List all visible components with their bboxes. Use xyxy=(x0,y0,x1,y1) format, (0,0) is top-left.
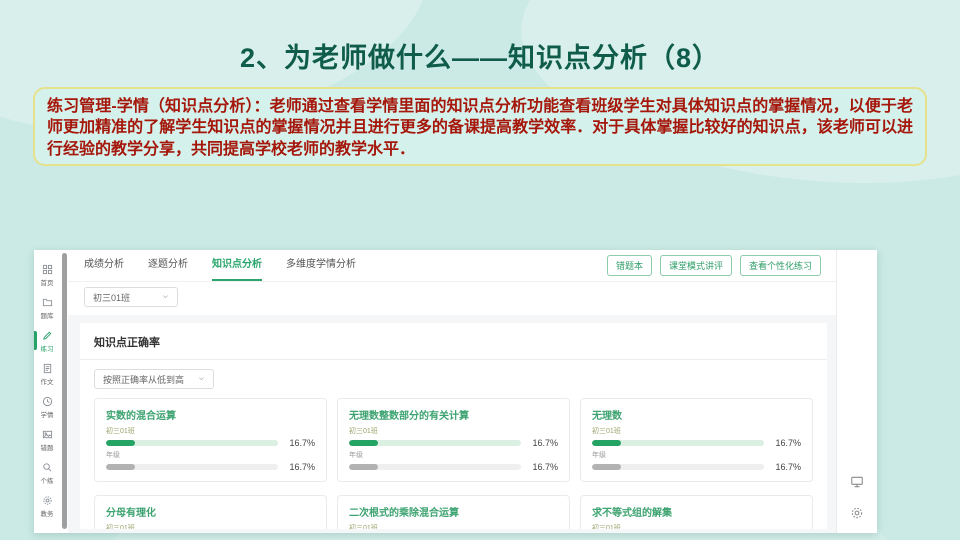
class-bar-label: 初三01班 xyxy=(592,426,801,436)
slide-title: 2、为老师做什么——知识点分析（8） xyxy=(0,36,960,75)
knowledge-card: 二次根式的乘除混合运算 初三01班 33.3% 年级 33.3% xyxy=(337,495,570,529)
grade-bar-label: 年级 xyxy=(592,450,801,460)
grid-icon xyxy=(42,262,53,280)
class-progress-track xyxy=(349,440,521,446)
tab-per-question-analysis[interactable]: 逐题分析 xyxy=(148,250,188,281)
main-content: 成绩分析 逐题分析 知识点分析 多维度学情分析 错题本 课堂模式讲评 查看个性化… xyxy=(68,250,837,533)
panel-title: 知识点正确率 xyxy=(80,323,827,359)
grade-percent: 16.7% xyxy=(285,462,315,472)
grade-percent: 16.7% xyxy=(771,462,801,472)
sort-select[interactable]: 按照正确率从低到高 xyxy=(94,369,214,389)
sidebar-item-label: 教务 xyxy=(41,511,54,518)
view-personalized-practice-button[interactable]: 查看个性化练习 xyxy=(740,255,821,276)
tab-multi-dimension-analysis[interactable]: 多维度学情分析 xyxy=(286,250,356,281)
knowledge-card: 无理数整数部分的有关计算 初三01班 16.7% 年级 16.7% xyxy=(337,398,570,482)
tab-score-analysis[interactable]: 成绩分析 xyxy=(84,250,124,281)
tab-knowledge-point-analysis[interactable]: 知识点分析 xyxy=(212,250,262,281)
class-progress-track xyxy=(592,440,764,446)
knowledge-point-title: 无理数 xyxy=(592,407,801,422)
class-bar-label: 初三01班 xyxy=(106,523,315,529)
sidebar-item-label: 错题 xyxy=(41,445,54,452)
tabs: 成绩分析 逐题分析 知识点分析 多维度学情分析 xyxy=(84,250,356,281)
scrollbar-thumb[interactable] xyxy=(62,253,67,529)
sidebar-item-label: 个练 xyxy=(41,478,54,485)
knowledge-point-title: 求不等式组的解集 xyxy=(592,504,801,519)
sidebar-item-label: 学情 xyxy=(41,412,54,419)
class-progress-fill xyxy=(106,440,135,446)
class-percent: 16.7% xyxy=(771,438,801,448)
sidebar-item-question-bank[interactable]: 题库 xyxy=(34,291,60,324)
class-select-value: 初三01班 xyxy=(93,291,130,304)
knowledge-point-title: 二次根式的乘除混合运算 xyxy=(349,504,558,519)
filter-row: 初三01班 xyxy=(68,282,837,315)
pencil-icon xyxy=(42,328,53,346)
knowledge-card: 实数的混合运算 初三01班 16.7% 年级 16.7% xyxy=(94,398,327,482)
class-percent: 16.7% xyxy=(285,438,315,448)
document-icon xyxy=(42,361,53,379)
knowledge-accuracy-panel: 知识点正确率 按照正确率从低到高 实数的混合运算 初三01班 16.7% 年级 … xyxy=(80,323,827,529)
sort-select-value: 按照正确率从低到高 xyxy=(103,373,184,386)
knowledge-point-title: 实数的混合运算 xyxy=(106,407,315,422)
class-progress-fill xyxy=(349,440,378,446)
class-bar-label: 初三01班 xyxy=(349,426,558,436)
description-box: 练习管理-学情（知识点分析）：老师通过查看学情里面的知识点分析功能查看班级学生对… xyxy=(33,87,927,166)
knowledge-cards-grid: 实数的混合运算 初三01班 16.7% 年级 16.7% 无理数整数部分的有关计… xyxy=(94,398,813,529)
knowledge-point-title: 分母有理化 xyxy=(106,504,315,519)
analysis-tabbar: 成绩分析 逐题分析 知识点分析 多维度学情分析 错题本 课堂模式讲评 查看个性化… xyxy=(68,250,837,282)
sidebar-item-label: 首页 xyxy=(41,280,54,287)
knowledge-card: 求不等式组的解集 初三01班 50% 年级 50% xyxy=(580,495,813,529)
grade-progress-track xyxy=(592,464,764,470)
settings-gear-icon[interactable] xyxy=(850,506,864,525)
sidebar-item-personal-practice[interactable]: 个练 xyxy=(34,456,60,489)
sidebar-item-label: 作文 xyxy=(41,379,54,386)
class-bar-label: 初三01班 xyxy=(592,523,801,529)
chevron-down-icon xyxy=(198,374,205,384)
class-bar-label: 初三01班 xyxy=(106,426,315,436)
grade-progress-track xyxy=(349,464,521,470)
search-icon xyxy=(42,460,53,478)
knowledge-card: 无理数 初三01班 16.7% 年级 16.7% xyxy=(580,398,813,482)
divider xyxy=(80,359,827,360)
sidebar-item-academic-affairs[interactable]: 教务 xyxy=(34,489,60,522)
classroom-mode-review-button[interactable]: 课堂模式讲评 xyxy=(660,255,732,276)
gear-icon xyxy=(42,493,53,511)
sidebar-item-label: 练习 xyxy=(41,346,54,353)
sidebar: 首页 题库 练习 作文 学情 错题 xyxy=(34,250,60,533)
class-select[interactable]: 初三01班 xyxy=(84,287,178,307)
grade-progress-track xyxy=(106,464,278,470)
grade-progress-fill xyxy=(592,464,621,470)
description-text: 练习管理-学情（知识点分析）：老师通过查看学情里面的知识点分析功能查看班级学生对… xyxy=(47,96,913,160)
sidebar-item-label: 题库 xyxy=(41,313,54,320)
grade-progress-fill xyxy=(349,464,378,470)
sidebar-item-practice[interactable]: 练习 xyxy=(34,324,60,357)
floating-utility-icons xyxy=(837,475,877,525)
knowledge-point-title: 无理数整数部分的有关计算 xyxy=(349,407,558,422)
class-progress-fill xyxy=(592,440,621,446)
class-progress-track xyxy=(106,440,278,446)
screencast-monitor-icon[interactable] xyxy=(850,475,864,494)
right-utility-strip xyxy=(836,250,877,533)
sidebar-item-essay[interactable]: 作文 xyxy=(34,357,60,390)
presentation-slide: 2、为老师做什么——知识点分析（8） 练习管理-学情（知识点分析）：老师通过查看… xyxy=(0,0,960,540)
toolbar-actions: 错题本 课堂模式讲评 查看个性化练习 xyxy=(607,255,821,276)
class-percent: 16.7% xyxy=(528,438,558,448)
app-screenshot: 首页 题库 练习 作文 学情 错题 xyxy=(34,250,877,533)
class-bar-label: 初三01班 xyxy=(349,523,558,529)
knowledge-card: 分母有理化 初三01班 25% 年级 25% xyxy=(94,495,327,529)
grade-bar-label: 年级 xyxy=(349,450,558,460)
image-icon xyxy=(42,427,53,445)
grade-bar-label: 年级 xyxy=(106,450,315,460)
folder-icon xyxy=(42,295,53,313)
sidebar-item-home[interactable]: 首页 xyxy=(34,258,60,291)
chevron-down-icon xyxy=(162,292,169,302)
grade-progress-fill xyxy=(106,464,135,470)
clock-icon xyxy=(42,394,53,412)
sidebar-item-learning-status[interactable]: 学情 xyxy=(34,390,60,423)
sidebar-item-wrong-questions[interactable]: 错题 xyxy=(34,423,60,456)
grade-percent: 16.7% xyxy=(528,462,558,472)
wrong-question-book-button[interactable]: 错题本 xyxy=(607,255,652,276)
